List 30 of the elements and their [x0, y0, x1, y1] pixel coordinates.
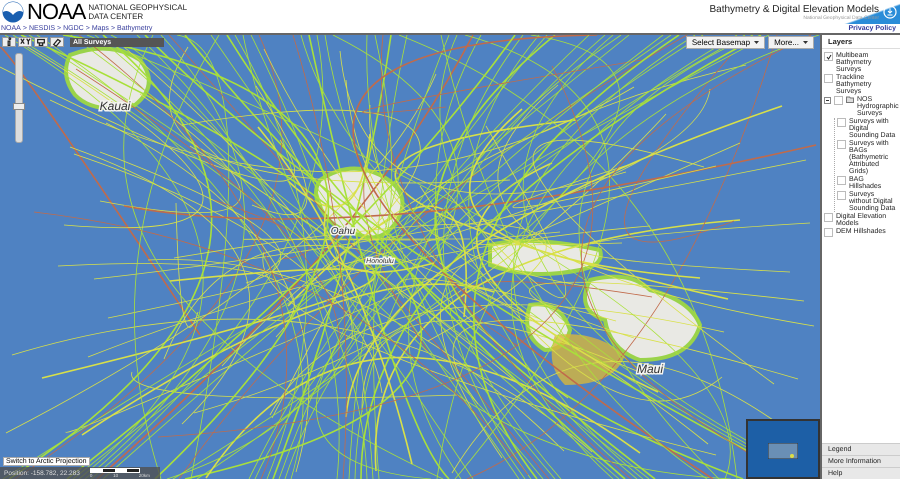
- more-dropdown[interactable]: More...: [768, 36, 814, 49]
- logo-text: NOAA: [27, 1, 86, 23]
- folder-icon: [846, 96, 854, 103]
- checkbox[interactable]: [837, 176, 846, 185]
- xy-coordinates-tool-button[interactable]: [18, 37, 32, 47]
- collapse-icon[interactable]: [824, 97, 831, 104]
- checkbox[interactable]: [824, 213, 833, 222]
- eraser-icon: [51, 37, 63, 47]
- checkbox[interactable]: [837, 140, 846, 149]
- zoom-slider-thumb[interactable]: [13, 103, 25, 110]
- checkbox[interactable]: [837, 191, 846, 200]
- checkbox[interactable]: [834, 96, 843, 105]
- checkbox[interactable]: [837, 118, 846, 127]
- print-icon: [35, 37, 47, 47]
- checkbox[interactable]: [824, 74, 833, 83]
- xy-coordinates-icon: [19, 37, 31, 47]
- info-tool-button[interactable]: [2, 37, 16, 47]
- select-basemap-dropdown[interactable]: Select Basemap: [686, 36, 766, 49]
- scale-bar: [90, 468, 140, 473]
- checkbox[interactable]: [824, 52, 833, 61]
- caret-icon: [803, 41, 808, 44]
- org-name: NATIONAL GEOPHYSICAL DATA CENTER: [88, 3, 188, 21]
- overview-extent-drawing: [768, 443, 798, 459]
- checkmark-icon: [826, 54, 832, 60]
- checkbox[interactable]: [824, 228, 833, 237]
- print-tool-button[interactable]: [34, 37, 48, 47]
- zoom-slider[interactable]: [15, 53, 23, 143]
- app-title: Bathymetry & Digital Elevation Models: [709, 4, 879, 14]
- eraser-tool-button[interactable]: [50, 37, 64, 47]
- caret-icon: [754, 41, 760, 44]
